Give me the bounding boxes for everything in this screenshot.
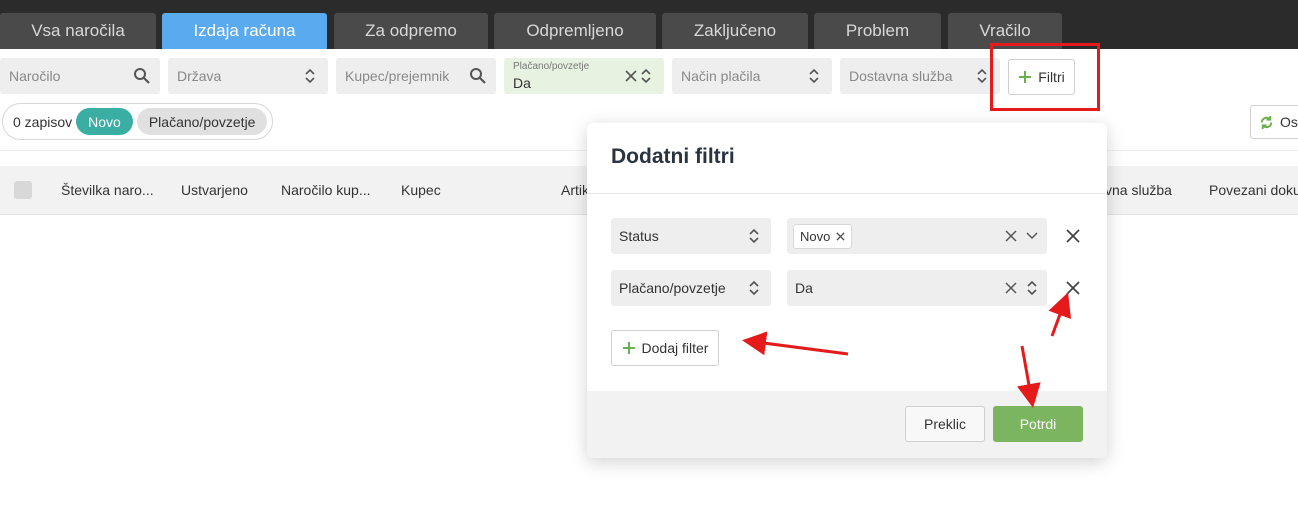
record-count: 0 zapisov: [13, 113, 73, 130]
column-linked-documents[interactable]: Povezani doku: [1209, 166, 1298, 214]
tab-all-orders[interactable]: Vsa naročila: [0, 13, 156, 49]
column-customer-order[interactable]: Naročilo kup...: [281, 166, 370, 214]
delivery-service-select[interactable]: Dostavna služba: [840, 58, 1000, 94]
column-order-number[interactable]: Številka naro...: [61, 166, 154, 214]
column-items[interactable]: Artik: [561, 166, 589, 214]
tab-problem[interactable]: Problem: [814, 13, 941, 49]
sort-updown-icon: [1023, 279, 1041, 297]
filter-value-select[interactable]: Novo: [787, 218, 1047, 254]
chip-status-new[interactable]: Novo: [76, 108, 133, 135]
divider: [587, 193, 1107, 194]
dialog-footer: Preklic Potrdi: [587, 391, 1107, 458]
filter-field-select[interactable]: Status: [611, 218, 771, 254]
select-all-checkbox[interactable]: [14, 166, 32, 214]
dialog-title: Dodatni filtri: [611, 145, 735, 168]
remove-filter-row-icon[interactable]: [1066, 281, 1080, 295]
search-icon: [133, 67, 151, 85]
remove-filter-row-icon[interactable]: [1066, 229, 1080, 243]
customer-search-field[interactable]: Kupec/prejemnik: [336, 58, 496, 94]
filter-summary: 0 zapisov Novo Plačano/povzetje: [2, 103, 273, 140]
chip-paid[interactable]: Plačano/povzetje: [136, 108, 268, 135]
clear-icon[interactable]: [1005, 230, 1017, 242]
tab-completed[interactable]: Zaključeno: [662, 13, 808, 49]
filter-value-select[interactable]: Da: [787, 270, 1047, 306]
paid-filter-select[interactable]: Plačano/povzetje Da: [504, 58, 664, 94]
confirm-button[interactable]: Potrdi: [993, 406, 1083, 442]
additional-filters-dialog: Dodatni filtri Status Novo Plačano/povze…: [587, 123, 1107, 458]
remove-tag-icon[interactable]: [836, 232, 845, 241]
cancel-button[interactable]: Preklic: [905, 406, 985, 442]
refresh-icon: [1259, 115, 1274, 130]
clear-icon[interactable]: [624, 69, 638, 83]
sort-updown-icon: [745, 227, 763, 245]
plus-icon: [622, 341, 636, 355]
sort-updown-icon: [637, 67, 655, 85]
sort-updown-icon: [745, 279, 763, 297]
search-icon: [469, 67, 487, 85]
payment-method-select[interactable]: Način plačila: [672, 58, 832, 94]
column-customer[interactable]: Kupec: [401, 166, 441, 214]
highlight-box: [990, 43, 1100, 111]
order-search-field[interactable]: Naročilo: [0, 58, 160, 94]
chevron-down-icon[interactable]: [1026, 231, 1038, 241]
sort-updown-icon: [805, 67, 823, 85]
tab-to-ship[interactable]: Za odpremo: [334, 13, 488, 49]
status-tab-bar: Vsa naročila Izdaja računa Za odpremo Od…: [0, 0, 1298, 49]
refresh-button[interactable]: Os: [1250, 105, 1298, 139]
add-filter-button[interactable]: Dodaj filter: [611, 330, 719, 366]
sort-updown-icon: [973, 67, 991, 85]
column-delivery-service[interactable]: vna služba: [1105, 166, 1172, 214]
tab-invoicing[interactable]: Izdaja računa: [162, 13, 327, 49]
country-select[interactable]: Država: [168, 58, 328, 94]
tab-shipped[interactable]: Odpremljeno: [494, 13, 656, 49]
clear-icon[interactable]: [1005, 282, 1017, 294]
sort-updown-icon: [301, 67, 319, 85]
filter-field-select[interactable]: Plačano/povzetje: [611, 270, 771, 306]
selected-tag: Novo: [793, 224, 853, 249]
column-created[interactable]: Ustvarjeno: [181, 166, 248, 214]
